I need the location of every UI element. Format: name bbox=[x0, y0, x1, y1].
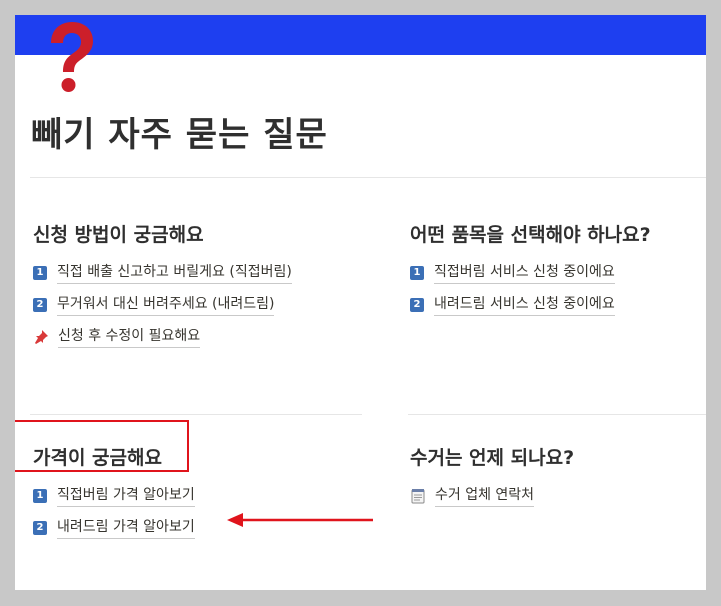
section-divider bbox=[30, 414, 362, 415]
pushpin-icon bbox=[35, 330, 48, 344]
number-two-icon: 2 bbox=[33, 298, 47, 312]
section-pickup-time: 수거는 언제 되나요? 수거 업체 연락처 bbox=[410, 443, 574, 512]
arrow-left-icon bbox=[227, 513, 373, 527]
page-link-direct-price[interactable]: 직접버림 가격 알아보기 bbox=[57, 486, 195, 507]
page-link-contractor-contact[interactable]: 수거 업체 연락처 bbox=[435, 486, 535, 507]
page-link-pickup-price[interactable]: 내려드림 가격 알아보기 bbox=[57, 518, 195, 539]
notepad-icon bbox=[411, 489, 425, 504]
page-cover[interactable] bbox=[15, 15, 706, 55]
page-link-pickup-item[interactable]: 내려드림 서비스 신청 중이에요 bbox=[434, 295, 615, 316]
number-one-icon: 1 bbox=[410, 266, 424, 280]
section-divider bbox=[408, 414, 706, 415]
page-link-edit-application[interactable]: 신청 후 수정이 필요해요 bbox=[58, 327, 201, 348]
number-one-icon: 1 bbox=[33, 489, 47, 503]
page-link-pickup-service[interactable]: 무거워서 대신 버려주세요 (내려드림) bbox=[57, 295, 275, 316]
question-mark-icon[interactable] bbox=[41, 19, 101, 95]
list-item[interactable]: 1 직접버림 서비스 신청 중이에요 bbox=[410, 257, 651, 289]
list-item[interactable]: 1 직접버림 가격 알아보기 bbox=[33, 480, 195, 512]
list-item[interactable]: 1 직접 배출 신고하고 버릴게요 (직접버림) bbox=[33, 257, 292, 289]
list-item[interactable]: 2 내려드림 서비스 신청 중이에요 bbox=[410, 289, 651, 321]
page-link-direct-item[interactable]: 직접버림 서비스 신청 중이에요 bbox=[434, 263, 615, 284]
number-one-icon: 1 bbox=[33, 266, 47, 280]
title-divider bbox=[30, 177, 706, 178]
list-item[interactable]: 2 무거워서 대신 버려주세요 (내려드림) bbox=[33, 289, 292, 321]
page-link-direct-disposal[interactable]: 직접 배출 신고하고 버릴게요 (직접버림) bbox=[57, 263, 292, 284]
page-title: 빼기 자주 묻는 질문 bbox=[31, 115, 328, 155]
list-item[interactable]: 신청 후 수정이 필요해요 bbox=[33, 321, 292, 353]
highlight-box bbox=[15, 420, 189, 472]
section-heading: 신청 방법이 궁금해요 bbox=[33, 224, 204, 246]
section-heading: 수거는 언제 되나요? bbox=[410, 447, 575, 469]
notion-page: 빼기 자주 묻는 질문 신청 방법이 궁금해요 1 직접 배출 신고하고 버릴게… bbox=[15, 15, 706, 590]
section-heading: 어떤 품목을 선택해야 하나요? bbox=[410, 224, 651, 246]
number-two-icon: 2 bbox=[410, 298, 424, 312]
section-how-to-apply: 신청 방법이 궁금해요 1 직접 배출 신고하고 버릴게요 (직접버림) 2 무… bbox=[33, 220, 292, 353]
list-item[interactable]: 2 내려드림 가격 알아보기 bbox=[33, 512, 195, 544]
section-which-item: 어떤 품목을 선택해야 하나요? 1 직접버림 서비스 신청 중이에요 2 내려… bbox=[410, 220, 651, 321]
number-two-icon: 2 bbox=[33, 521, 47, 535]
list-item[interactable]: 수거 업체 연락처 bbox=[410, 480, 574, 512]
